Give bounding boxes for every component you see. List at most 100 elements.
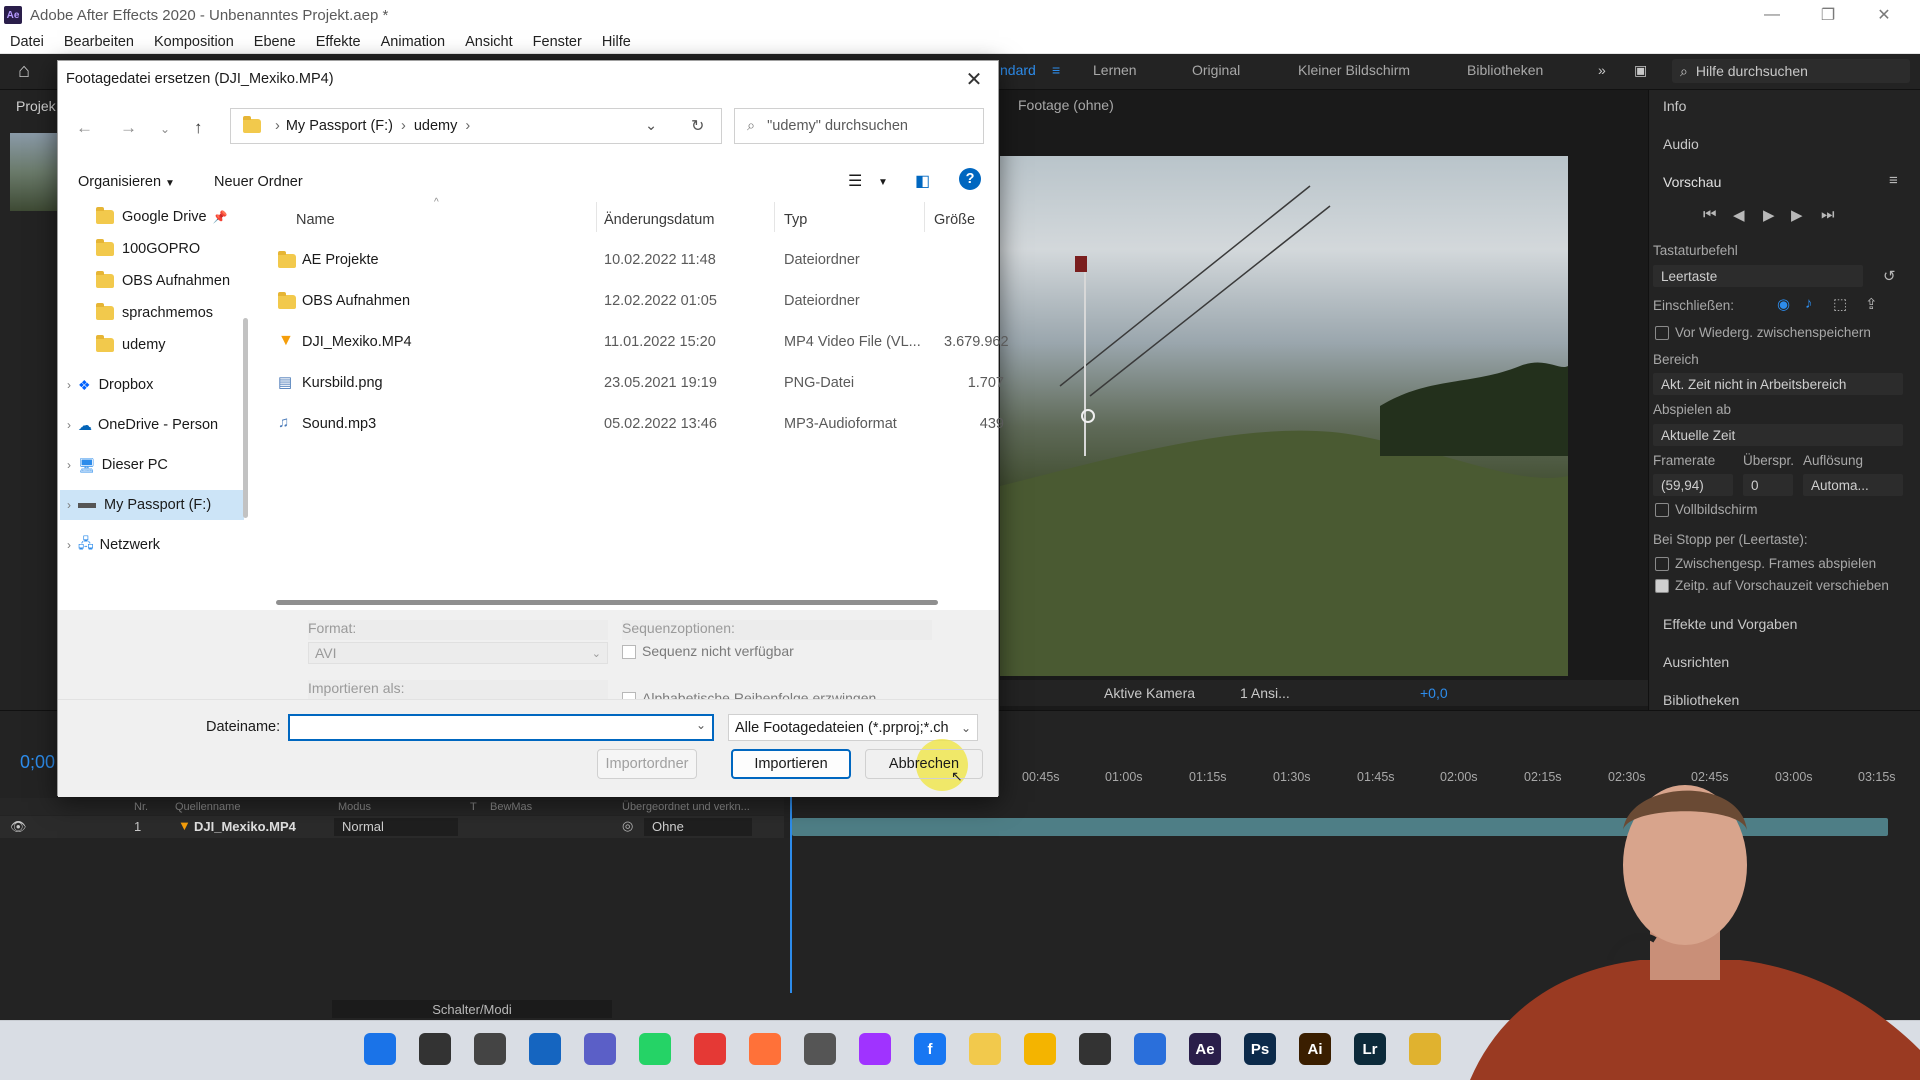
project-tab[interactable]: Projek — [16, 98, 56, 114]
menu-animation[interactable]: Animation — [371, 34, 455, 50]
nav-onedrive[interactable]: › ☁ OneDrive - Person — [60, 410, 244, 440]
menu-bearbeiten[interactable]: Bearbeiten — [54, 34, 144, 50]
file-explorer-taskbar-icon[interactable] — [969, 1033, 1001, 1065]
facebook-taskbar-icon[interactable]: f — [914, 1033, 946, 1065]
breadcrumb-udemy[interactable]: udemy — [414, 118, 458, 134]
dialog-close-button[interactable]: ✕ — [960, 65, 988, 93]
nav-google-drive[interactable]: Google Drive 📌 — [60, 202, 244, 232]
back-arrow-icon[interactable]: ← — [76, 118, 93, 138]
chevron-right-icon[interactable]: › — [60, 538, 78, 552]
file-row[interactable]: ▼ DJI_Mexiko.MP4 11.01.2022 15:20 MP4 Vi… — [254, 325, 1009, 359]
cache-checkbox[interactable] — [1655, 326, 1669, 340]
folder-app-taskbar-icon[interactable] — [1409, 1033, 1441, 1065]
skip-last-icon[interactable]: ⏭ — [1821, 206, 1835, 223]
filename-dropdown-icon[interactable]: ⌄ — [696, 718, 706, 732]
dialog-search-input[interactable]: ⌕ "udemy" durchsuchen — [734, 108, 984, 144]
widgets-taskbar-icon[interactable] — [529, 1033, 561, 1065]
panel-info[interactable]: Info — [1663, 98, 1686, 114]
task-view-taskbar-icon[interactable] — [474, 1033, 506, 1065]
chrome-canary-taskbar-icon[interactable] — [1024, 1033, 1056, 1065]
nav-netzwerk[interactable]: › 🖧 Netzwerk — [60, 530, 244, 560]
exposure-value[interactable]: +0,0 — [1420, 685, 1448, 701]
workspace-original[interactable]: Original — [1192, 62, 1240, 78]
teams-chat-taskbar-icon[interactable] — [584, 1033, 616, 1065]
nav-my-passport[interactable]: › My Passport (F:) — [60, 490, 244, 520]
anchor-point-icon[interactable] — [1081, 409, 1095, 423]
nav-dieser-pc[interactable]: › 🖥 Dieser PC — [60, 450, 244, 480]
address-dropdown-icon[interactable]: ⌄ — [645, 118, 657, 134]
sequence-checkbox[interactable] — [622, 645, 636, 659]
workspace-bibliotheken[interactable]: Bibliotheken — [1467, 62, 1543, 78]
windows-start-taskbar-icon[interactable] — [364, 1033, 396, 1065]
eye-icon[interactable]: 👁 — [10, 819, 27, 835]
forward-arrow-icon[interactable]: → — [120, 118, 137, 138]
home-icon[interactable]: ⌂ — [18, 60, 30, 83]
organize-button[interactable]: Organisieren ▼ — [78, 174, 175, 190]
framerate-select[interactable]: (59,94) — [1653, 474, 1733, 496]
play-from-select[interactable]: Aktuelle Zeit — [1653, 424, 1903, 446]
file-row[interactable]: AE Projekte 10.02.2022 11:48 Dateiordner — [254, 243, 998, 277]
fullscreen-checkbox[interactable] — [1655, 503, 1669, 517]
address-bar[interactable]: › My Passport (F:) › udemy › ⌄ ↻ — [230, 108, 722, 144]
shortcut-select[interactable]: Leertaste — [1653, 265, 1863, 287]
menu-hilfe[interactable]: Hilfe — [592, 34, 641, 50]
file-row[interactable]: OBS Aufnahmen 12.02.2022 01:05 Dateiordn… — [254, 284, 998, 318]
breadcrumb-drive[interactable]: My Passport (F:) — [286, 118, 393, 134]
after-effects-taskbar-icon[interactable]: Ae — [1189, 1033, 1221, 1065]
col-number[interactable]: Nr. — [134, 801, 148, 813]
audio-toggle-icon[interactable]: ♪ — [1805, 295, 1813, 312]
menu-effekte[interactable]: Effekte — [306, 34, 371, 50]
move-time-checkbox[interactable] — [1655, 579, 1669, 593]
search-taskbar-icon[interactable] — [419, 1033, 451, 1065]
col-track-matte[interactable]: BewMas — [490, 801, 532, 813]
step-back-icon[interactable]: ◀ — [1733, 206, 1745, 224]
preview-pane-icon[interactable]: ◧ — [915, 171, 930, 191]
cancel-button[interactable]: Abbrechen — [865, 749, 983, 779]
chevron-right-icon[interactable]: › — [60, 498, 78, 512]
timeline-layer-row[interactable]: 👁 1 ▼ DJI_Mexiko.MP4 Normal ◎ Ohne — [0, 816, 784, 838]
help-icon[interactable]: ? — [959, 168, 981, 190]
column-date[interactable]: Änderungsdatum — [604, 212, 714, 228]
pickwhip-icon[interactable]: ◎ — [622, 818, 633, 834]
filename-input[interactable] — [288, 714, 714, 741]
panel-preview-title[interactable]: Vorschau — [1663, 174, 1721, 190]
menu-datei[interactable]: Datei — [0, 34, 54, 50]
range-select[interactable]: Akt. Zeit nicht in Arbeitsbereich — [1653, 373, 1903, 395]
file-type-filter-select[interactable]: Alle Footagedateien (*.prproj;*.ch ⌄ — [728, 714, 978, 741]
panel-effects-presets[interactable]: Effekte und Vorgaben — [1663, 616, 1797, 632]
panel-audio[interactable]: Audio — [1663, 136, 1699, 152]
skip-first-icon[interactable]: ⏮ — [1703, 206, 1717, 223]
nav-dropbox[interactable]: › ❖ Dropbox — [60, 370, 244, 400]
import-folder-button[interactable]: Importordner — [597, 749, 697, 779]
navigation-scrollbar[interactable] — [243, 318, 248, 518]
resolution-select[interactable]: Automa... — [1803, 474, 1903, 496]
views-select[interactable]: 1 Ansi... — [1240, 685, 1290, 701]
close-window-button[interactable]: ✕ — [1856, 0, 1912, 30]
refresh-icon[interactable]: ↻ — [691, 116, 704, 136]
chevron-right-icon[interactable]: › — [60, 378, 78, 392]
switches-modes-toggle[interactable]: Schalter/Modi — [332, 1000, 612, 1018]
col-source-name[interactable]: Quellenname — [175, 801, 240, 813]
column-size[interactable]: Größe — [934, 212, 975, 228]
footage-tab-label[interactable]: Footage (ohne) — [1018, 97, 1114, 113]
maximize-button[interactable]: ❐ — [1800, 0, 1856, 30]
workspace-overflow-icon[interactable]: » — [1598, 62, 1606, 78]
nav-100gopro[interactable]: 100GOPRO — [60, 234, 244, 264]
step-forward-icon[interactable]: ▶ — [1791, 206, 1803, 224]
file-row[interactable]: ♫ Sound.mp3 05.02.2022 13:46 MP3-Audiofo… — [254, 407, 1004, 441]
obs-taskbar-icon[interactable] — [1079, 1033, 1111, 1065]
col-t[interactable]: T — [470, 801, 477, 813]
play-icon[interactable]: ▶ — [1763, 206, 1775, 224]
firefox-taskbar-icon[interactable] — [749, 1033, 781, 1065]
horizontal-scrollbar-thumb[interactable] — [276, 600, 938, 605]
new-folder-button[interactable]: Neuer Ordner — [214, 174, 303, 190]
column-type[interactable]: Typ — [784, 212, 807, 228]
view-options-caret-icon[interactable]: ▼ — [878, 177, 888, 188]
menu-ansicht[interactable]: Ansicht — [455, 34, 523, 50]
workspace-lernen[interactable]: Lernen — [1093, 62, 1137, 78]
lightroom-taskbar-icon[interactable]: Lr — [1354, 1033, 1386, 1065]
app-tool-taskbar-icon[interactable] — [804, 1033, 836, 1065]
workspace-current[interactable]: ndard — [1000, 62, 1036, 78]
recent-dropdown-icon[interactable]: ⌄ — [160, 122, 170, 136]
menu-komposition[interactable]: Komposition — [144, 34, 244, 50]
